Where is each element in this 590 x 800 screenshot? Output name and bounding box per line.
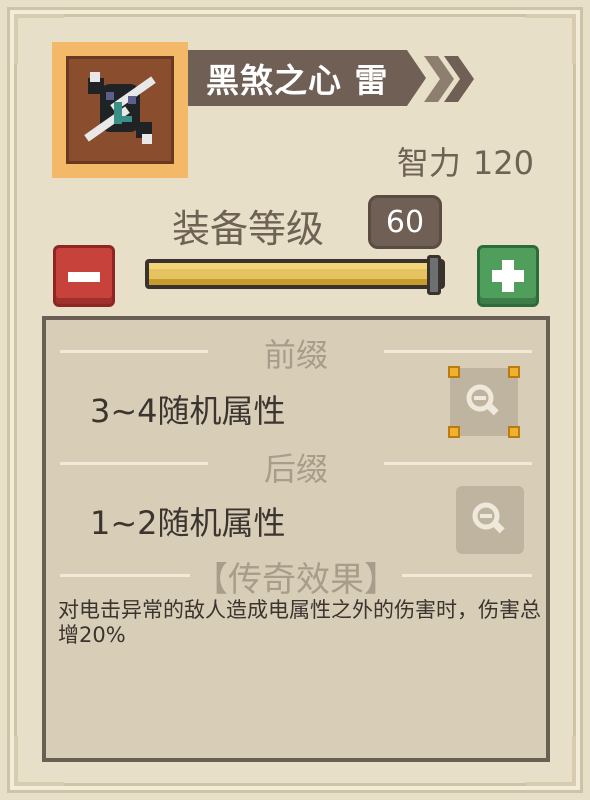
dark-heart-weapon-icon: [84, 72, 156, 144]
level-increase-button[interactable]: [477, 245, 539, 307]
affix-panel: 前缀 3~4随机属性 后缀 1~2随机属性 【传奇效果】 对电击异常的敌人造成电…: [42, 316, 550, 762]
magnifier-icon: [472, 502, 505, 534]
item-name: 黑煞之心 雷: [188, 50, 426, 106]
suffix-inspect-button[interactable]: [456, 486, 524, 554]
stat-intelligence: 智力 120: [397, 138, 534, 184]
prefix-inspect-button[interactable]: [448, 366, 520, 438]
stat-value: 120: [472, 144, 534, 182]
minus-icon: [68, 272, 100, 282]
legendary-effect-text: 对电击异常的敌人造成电属性之外的伤害时，伤害总增20%: [58, 598, 541, 647]
frame-corner-ornament: [526, 14, 576, 64]
level-slider-handle[interactable]: [427, 255, 441, 295]
equipment-level-label: 装备等级: [172, 207, 325, 251]
stat-label: 智力: [396, 144, 461, 182]
suffix-title: 后缀: [263, 450, 328, 488]
level-slider[interactable]: [145, 255, 445, 295]
prefix-text: 3~4随机属性: [90, 392, 286, 430]
legendary-effect-title: 【传奇效果】: [194, 560, 398, 600]
chevron-right-icon: [424, 56, 474, 102]
magnifier-icon: [466, 384, 499, 416]
item-icon: [66, 56, 174, 164]
item-icon-frame[interactable]: [52, 42, 188, 178]
equipment-level-value: 60: [368, 195, 442, 249]
level-decrease-button[interactable]: [53, 245, 115, 307]
suffix-text: 1~2随机属性: [90, 504, 286, 542]
